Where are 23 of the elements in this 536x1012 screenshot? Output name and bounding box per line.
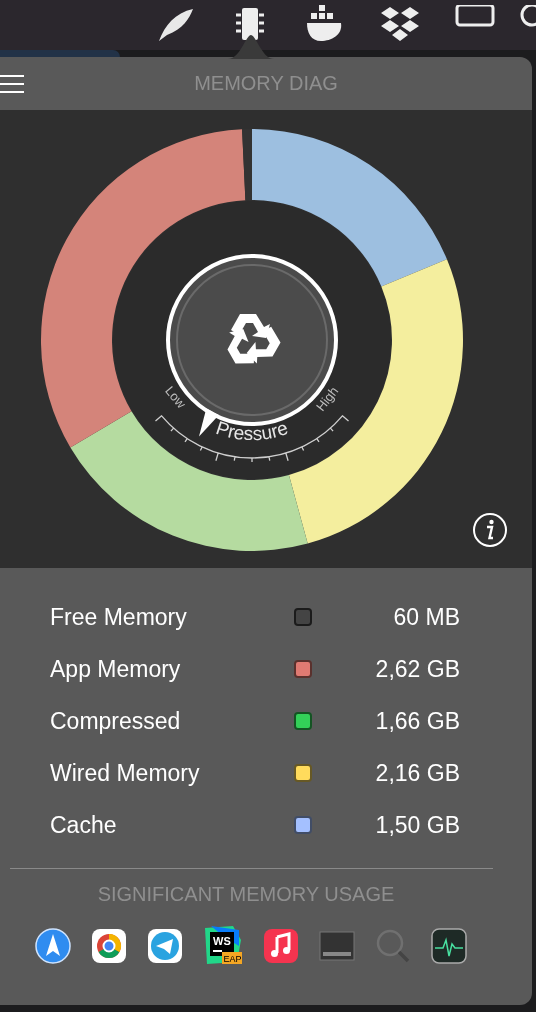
memory-value: 60 MB [392, 603, 460, 631]
legend-label: Wired Memory [50, 759, 201, 787]
terminal-app-icon[interactable] [319, 928, 355, 964]
legend-label: Free Memory [50, 603, 188, 631]
memory-value: 2,16 GB [374, 759, 460, 787]
browser-app-icon[interactable] [91, 928, 127, 964]
menu-icon[interactable] [0, 73, 24, 94]
popover-arrow [228, 35, 274, 59]
memory-value: 1,66 GB [374, 707, 460, 735]
memory-value: 2,62 GB [374, 655, 460, 683]
legend-label: Cache [50, 811, 118, 839]
ide-app-icon[interactable]: WS EAP [203, 926, 243, 966]
low-label: Low [162, 383, 189, 412]
pressure-label: Pressure [213, 417, 291, 445]
legend-label: Compressed [50, 707, 182, 735]
memory-value: 1,50 GB [374, 811, 460, 839]
legend-label: App Memory [50, 655, 182, 683]
messenger-app-icon[interactable] [147, 928, 183, 964]
recycle-icon [227, 314, 281, 364]
music-app-icon[interactable] [263, 928, 299, 964]
compass-app-icon[interactable] [35, 928, 71, 964]
activity-monitor-icon[interactable] [431, 928, 467, 964]
info-icon[interactable] [472, 512, 508, 548]
